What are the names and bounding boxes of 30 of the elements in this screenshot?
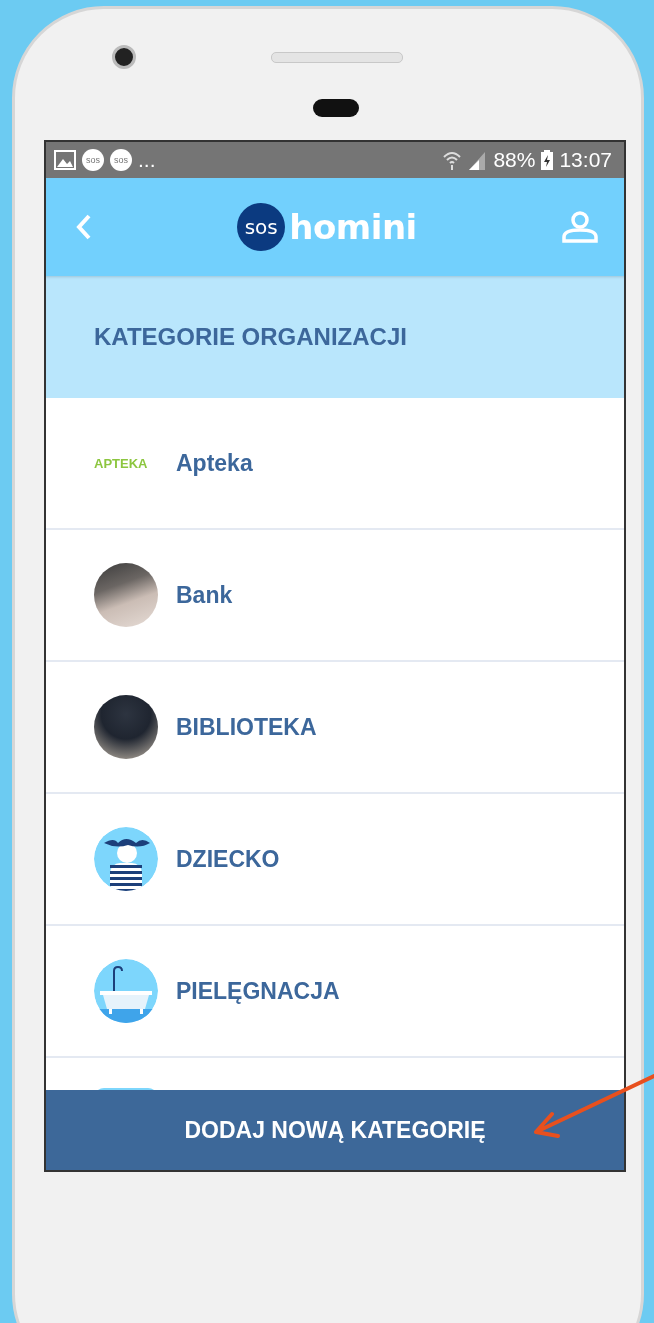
category-row[interactable]: Bank	[46, 530, 624, 662]
wifi-icon	[443, 150, 462, 170]
category-label: PIELĘGNACJA	[176, 977, 340, 1005]
child-icon	[94, 827, 158, 891]
bathtub-icon	[94, 959, 158, 1023]
camera-lens	[112, 45, 136, 69]
pharmacy-logo: APTEKA	[94, 455, 149, 471]
category-label: Bank	[176, 581, 233, 609]
user-icon[interactable]	[562, 211, 598, 243]
clock: 13:07	[559, 148, 612, 172]
notification-icon: sos	[110, 149, 132, 171]
battery-percent: 88%	[493, 148, 536, 172]
signal-icon	[467, 150, 488, 170]
earpiece-slot	[313, 99, 359, 117]
more-notifications: ...	[138, 148, 156, 172]
category-label: DZIECKO	[176, 845, 280, 873]
logo-text: homini	[289, 207, 417, 247]
category-row[interactable]: BIBLIOTEKA	[46, 662, 624, 794]
category-row[interactable]: DZIECKO	[46, 794, 624, 926]
add-category-button[interactable]: DODAJ NOWĄ KATEGORIĘ	[46, 1090, 624, 1170]
category-label: BIBLIOTEKA	[176, 713, 317, 741]
category-label: Apteka	[176, 449, 253, 477]
battery-charging-icon	[541, 150, 554, 170]
image-icon	[54, 150, 76, 170]
section-title: KATEGORIE ORGANIZACJI	[94, 323, 407, 351]
notification-icon: sos	[82, 149, 104, 171]
category-row[interactable]: PIELĘGNACJA	[46, 926, 624, 1058]
logo-badge: sos	[237, 203, 286, 251]
category-row[interactable]: APTEKA Apteka	[46, 398, 624, 530]
back-icon[interactable]	[76, 214, 92, 240]
